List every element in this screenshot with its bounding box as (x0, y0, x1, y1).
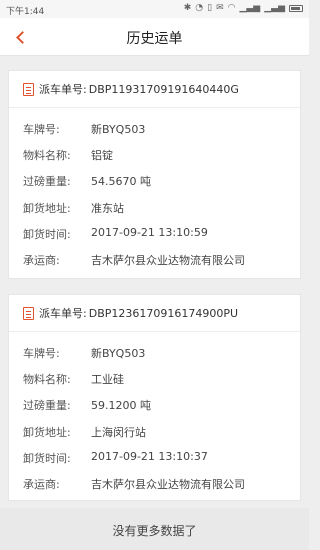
field-value: 上海闵行站 (91, 426, 146, 439)
field-row-carrier: 承运商: 吉木萨尔县众业达物流有限公司 (23, 252, 245, 268)
status-time: 下午1:44 (6, 7, 45, 17)
dispatch-label: 派车单号: (39, 307, 87, 320)
mail-icon: ✉ (216, 3, 224, 13)
field-value: 新BYQ503 (91, 347, 146, 360)
field-label: 过磅重量: (23, 399, 71, 412)
field-row-weight: 过磅重量: 54.5670 吨 (23, 173, 151, 189)
field-row-address: 卸货地址: 准东站 (23, 200, 124, 216)
status-bar: 下午1:44 ✱ ◔ ▯ ✉ ◠ ▁▃▅ ▁▃▅ (0, 0, 309, 18)
field-label: 车牌号: (23, 347, 60, 360)
field-value: 2017-09-21 13:10:59 (91, 226, 208, 239)
field-label: 过磅重量: (23, 175, 71, 188)
field-row-material: 物料名称: 铝锭 (23, 147, 113, 163)
no-more-data-footer: 没有更多数据了 (0, 508, 309, 550)
dispatch-number: DBP11931709191640440G (88, 82, 239, 96)
field-label: 车牌号: (23, 123, 60, 136)
order-card-header: 派车单号: DBP11931709191640440G (9, 71, 300, 108)
field-value: 2017-09-21 13:10:37 (91, 450, 208, 463)
field-value: 铝锭 (91, 149, 113, 162)
battery-icon (289, 4, 303, 12)
field-label: 承运商: (23, 478, 60, 491)
bluetooth-icon: ✱ (183, 3, 192, 13)
field-label: 承运商: (23, 254, 60, 267)
field-label: 卸货地址: (23, 426, 71, 439)
signal-icon-2: ▁▃▅ (264, 3, 285, 13)
field-value: 准东站 (91, 202, 124, 215)
order-card-header: 派车单号: DBP1236170916174900PU (9, 295, 300, 332)
dispatch-number: DBP1236170916174900PU (88, 306, 239, 320)
signal-icon: ▁▃▅ (239, 3, 261, 13)
field-value: 54.5670 吨 (91, 175, 151, 188)
footer-text: 没有更多数据了 (112, 524, 197, 538)
nav-bar: 历史运单 (0, 18, 309, 56)
field-row-time: 卸货时间: 2017-09-21 13:10:37 (23, 450, 208, 466)
vibrate-icon: ▯ (207, 3, 213, 13)
field-row-time: 卸货时间: 2017-09-21 13:10:59 (23, 226, 208, 242)
field-label: 卸货时间: (23, 452, 71, 465)
field-value: 工业硅 (91, 373, 124, 386)
field-row-plate: 车牌号: 新BYQ503 (23, 121, 145, 137)
field-row-material: 物料名称: 工业硅 (23, 371, 124, 387)
document-icon (23, 82, 34, 96)
field-label: 物料名称: (23, 149, 71, 162)
field-row-address: 卸货地址: 上海闵行站 (23, 424, 146, 440)
status-icons: ✱ ◔ ▯ ✉ ◠ ▁▃▅ ▁▃▅ (184, 3, 303, 13)
field-value: 吉木萨尔县众业达物流有限公司 (91, 254, 245, 267)
alarm-icon: ◔ (195, 3, 204, 13)
field-value: 新BYQ503 (91, 123, 146, 136)
field-value: 59.1200 吨 (91, 399, 151, 412)
document-icon (23, 306, 34, 320)
field-label: 卸货地址: (23, 202, 71, 215)
field-row-carrier: 承运商: 吉木萨尔县众业达物流有限公司 (23, 476, 245, 492)
field-label: 卸货时间: (23, 228, 71, 241)
order-card[interactable]: 派车单号: DBP1236170916174900PU 车牌号: 新BYQ503… (8, 294, 301, 501)
order-card[interactable]: 派车单号: DBP11931709191640440G 车牌号: 新BYQ503… (8, 70, 301, 279)
page-title: 历史运单 (126, 31, 183, 47)
field-value: 吉木萨尔县众业达物流有限公司 (91, 478, 245, 491)
dispatch-label: 派车单号: (39, 83, 87, 96)
field-row-weight: 过磅重量: 59.1200 吨 (23, 397, 151, 413)
wifi-icon: ◠ (227, 3, 236, 13)
field-label: 物料名称: (23, 373, 71, 386)
field-row-plate: 车牌号: 新BYQ503 (23, 345, 145, 361)
